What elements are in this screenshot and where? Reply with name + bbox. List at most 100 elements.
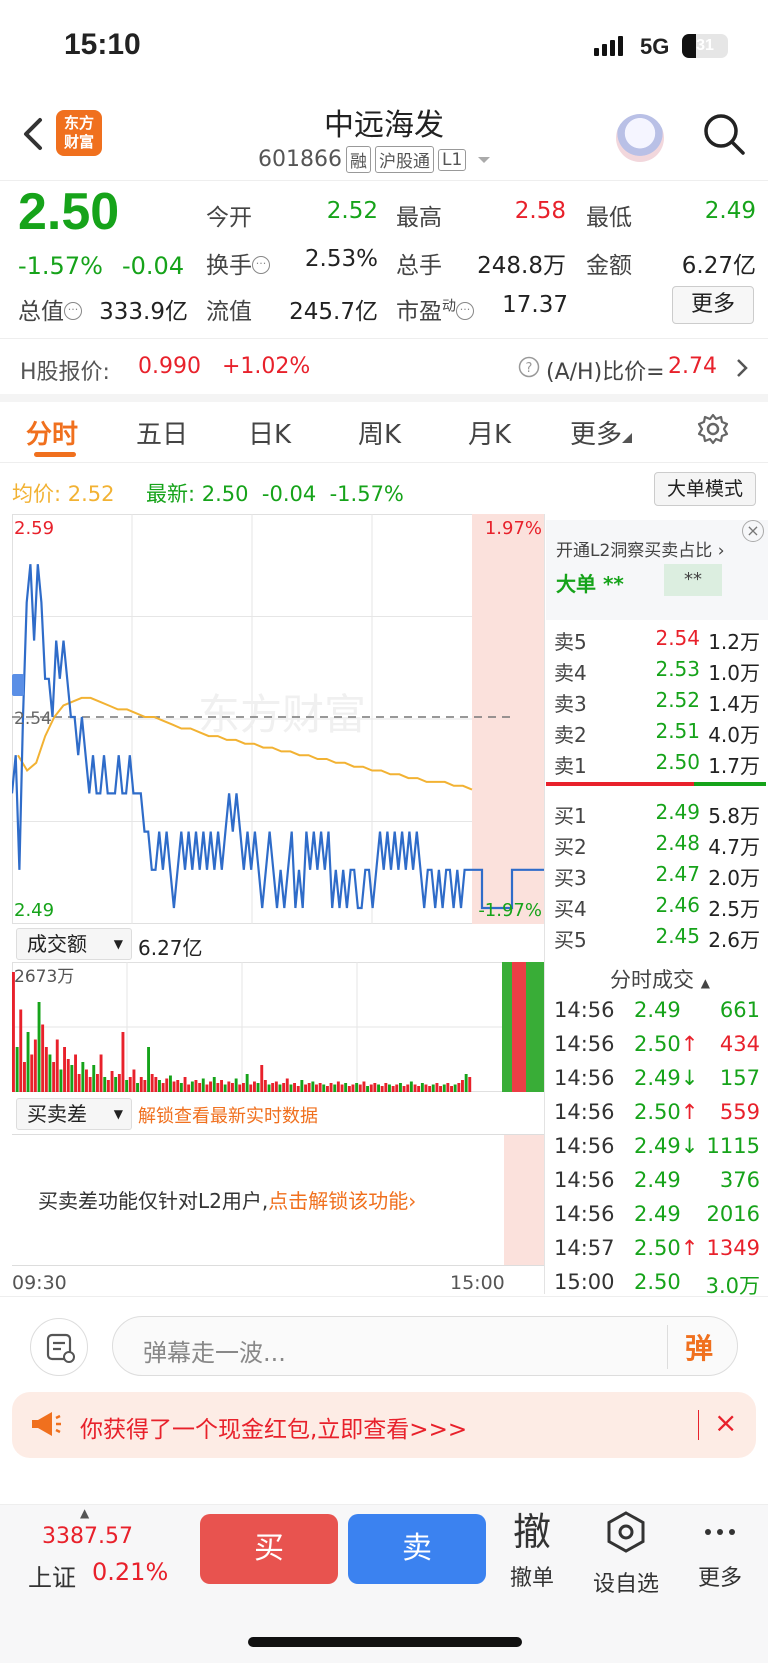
more-button[interactable]: 更多 [672,286,754,324]
tick-price-value: 2.50 [634,1270,681,1294]
tab-daily-k[interactable]: 日K [248,414,291,451]
volume-bar [125,1080,129,1092]
danmu-input[interactable]: 弹幕走一波... 弹 [112,1316,738,1376]
sell-button[interactable]: 卖 [348,1514,486,1584]
close-icon[interactable]: × [714,1406,737,1439]
x-start-label: 09:30 [12,1272,67,1294]
bid-row[interactable]: 买5 2.45 2.6万 [554,924,760,954]
divider [0,338,768,339]
event-marker-icon[interactable] [12,674,24,696]
turnover-label[interactable]: 换手 ··· [206,246,270,280]
hshare-pct: +1.02% [222,354,311,379]
buy-button[interactable]: 买 [200,1514,338,1584]
volume-bar [92,1065,96,1092]
mcap-value: 333.9亿 [99,299,188,325]
volume-bar [231,1083,234,1092]
hshare-row[interactable]: H股报价: 0.990 +1.02% ? (A/H)比价= 2.74 [0,340,768,396]
spread-note-text: 买卖差功能仅针对L2用户, [38,1189,269,1213]
index-value[interactable]: 3387.57 [42,1524,133,1549]
ask-row[interactable]: 卖3 2.52 1.4万 [554,688,760,718]
danmu-toggle-button[interactable]: 弹 [685,1327,713,1367]
high-value: 2.58 [514,198,566,224]
big-order-mode-button[interactable]: 大单模式 [654,472,756,506]
big-order-stars: ** [602,572,624,596]
open-value: 2.52 [326,198,378,224]
volume-bar [260,1065,264,1092]
info-icon: ··· [456,302,474,320]
volume-bar [190,1081,194,1092]
close-icon[interactable]: × [742,520,764,542]
volume-bar [223,1084,227,1092]
avg-label: 均价: [12,482,62,506]
l2-promo-panel[interactable]: 开通L2洞察买卖占比 › × 大单 ** ** [546,520,768,620]
tab-weekly-k[interactable]: 周K [358,414,401,451]
volume-bar [439,1086,442,1092]
volume-bar [340,1084,344,1092]
unlock-link[interactable]: 解锁查看最新实时数据 [138,1102,318,1128]
spread-unlock-link[interactable]: 点击解锁该功能 [268,1189,408,1213]
bid-row[interactable]: 买4 2.46 2.5万 [554,893,760,923]
tick-row: 14:56 2.49 661 [554,998,760,1030]
home-indicator [248,1637,522,1647]
ask-row[interactable]: 卖1 2.50 1.7万 [554,750,760,780]
hshare-label: H股报价: [20,360,110,385]
price-chart[interactable]: 东方财富 2.59 1.97% 2.54 2.49 -1.97% [12,514,544,924]
pe-label[interactable]: 市盈动 ··· [396,292,474,326]
volume-bar [74,1054,77,1092]
volume-bar [329,1083,333,1092]
spread-dropdown[interactable]: 买卖差 ▼ [16,1098,132,1130]
stock-code: 601866 [258,147,342,172]
more-nav-button[interactable]: 更多 [680,1510,760,1592]
volume-bar [26,1032,30,1092]
bid-row[interactable]: 买1 2.49 5.8万 [554,800,760,830]
volume-bar [44,1047,48,1092]
question-icon: ? [518,356,540,382]
hexagon-icon [607,1511,645,1553]
y-max-pct-label: 1.97% [485,518,542,539]
mcap-label[interactable]: 总值 ··· [18,292,82,326]
tab-more[interactable]: 更多 [570,414,633,451]
mcap-label-text: 总值 [18,299,64,325]
tick-volume: 434 [719,1032,760,1056]
tag-connect: 沪股通 [374,146,434,173]
index-pct[interactable]: 0.21% [92,1558,168,1586]
ask-row[interactable]: 卖2 2.51 4.0万 [554,719,760,749]
turnover-label-text: 换手 [206,253,252,279]
ask-row[interactable]: 卖4 2.53 1.0万 [554,657,760,687]
stock-subtitle[interactable]: 601866 融 沪股通 L1 [258,146,492,173]
bid-row[interactable]: 买2 2.48 4.7万 [554,831,760,861]
turnover-dropdown[interactable]: 成交额 ▼ [16,928,132,960]
bid-volume: 2.6万 [708,928,760,952]
corner-triangle-icon [622,433,633,443]
volume-bar [249,1084,253,1092]
amount-label: 金额 [586,253,632,279]
red-packet-banner[interactable]: 你获得了一个现金红包,立即查看>>> × [12,1392,756,1458]
ask-row[interactable]: 卖5 2.54 1.2万 [554,626,760,656]
search-icon[interactable] [702,112,746,156]
banner-text: 你获得了一个现金红包,立即查看>>> [80,1417,468,1443]
volume-bar [110,1071,114,1092]
settings-gear-icon[interactable] [696,412,730,450]
ask-price: 2.52 [655,688,700,712]
bid-volume: 4.7万 [708,835,760,859]
watch-label: 设自选 [592,1572,659,1597]
danmu-settings-icon[interactable] [30,1318,88,1376]
tab-monthly-k[interactable]: 月K [468,414,511,451]
robot-avatar-icon[interactable] [616,114,664,162]
volume-chart[interactable]: 2673万 [12,962,544,1092]
volume-bar [406,1084,410,1092]
bid-label: 买2 [554,835,587,859]
volume-bar [234,1078,238,1092]
bid-row[interactable]: 买3 2.47 2.0万 [554,862,760,892]
tab-intraday[interactable]: 分时 [26,414,78,451]
tab-five-day[interactable]: 五日 [136,414,188,451]
volume-bar [194,1080,198,1092]
caret-up-icon: ▲ [700,976,710,990]
add-watchlist-button[interactable]: 设自选 [586,1510,666,1598]
ticks-title[interactable]: 分时成交 ▲ [610,964,710,994]
cancel-order-button[interactable]: 撤 撤单 [492,1510,572,1592]
tick-price-value: 2.49 [634,1066,681,1090]
volume-bar [391,1086,395,1092]
index-name[interactable]: 上证 [28,1558,76,1593]
tick-price: 2.49↓ [634,1134,698,1158]
